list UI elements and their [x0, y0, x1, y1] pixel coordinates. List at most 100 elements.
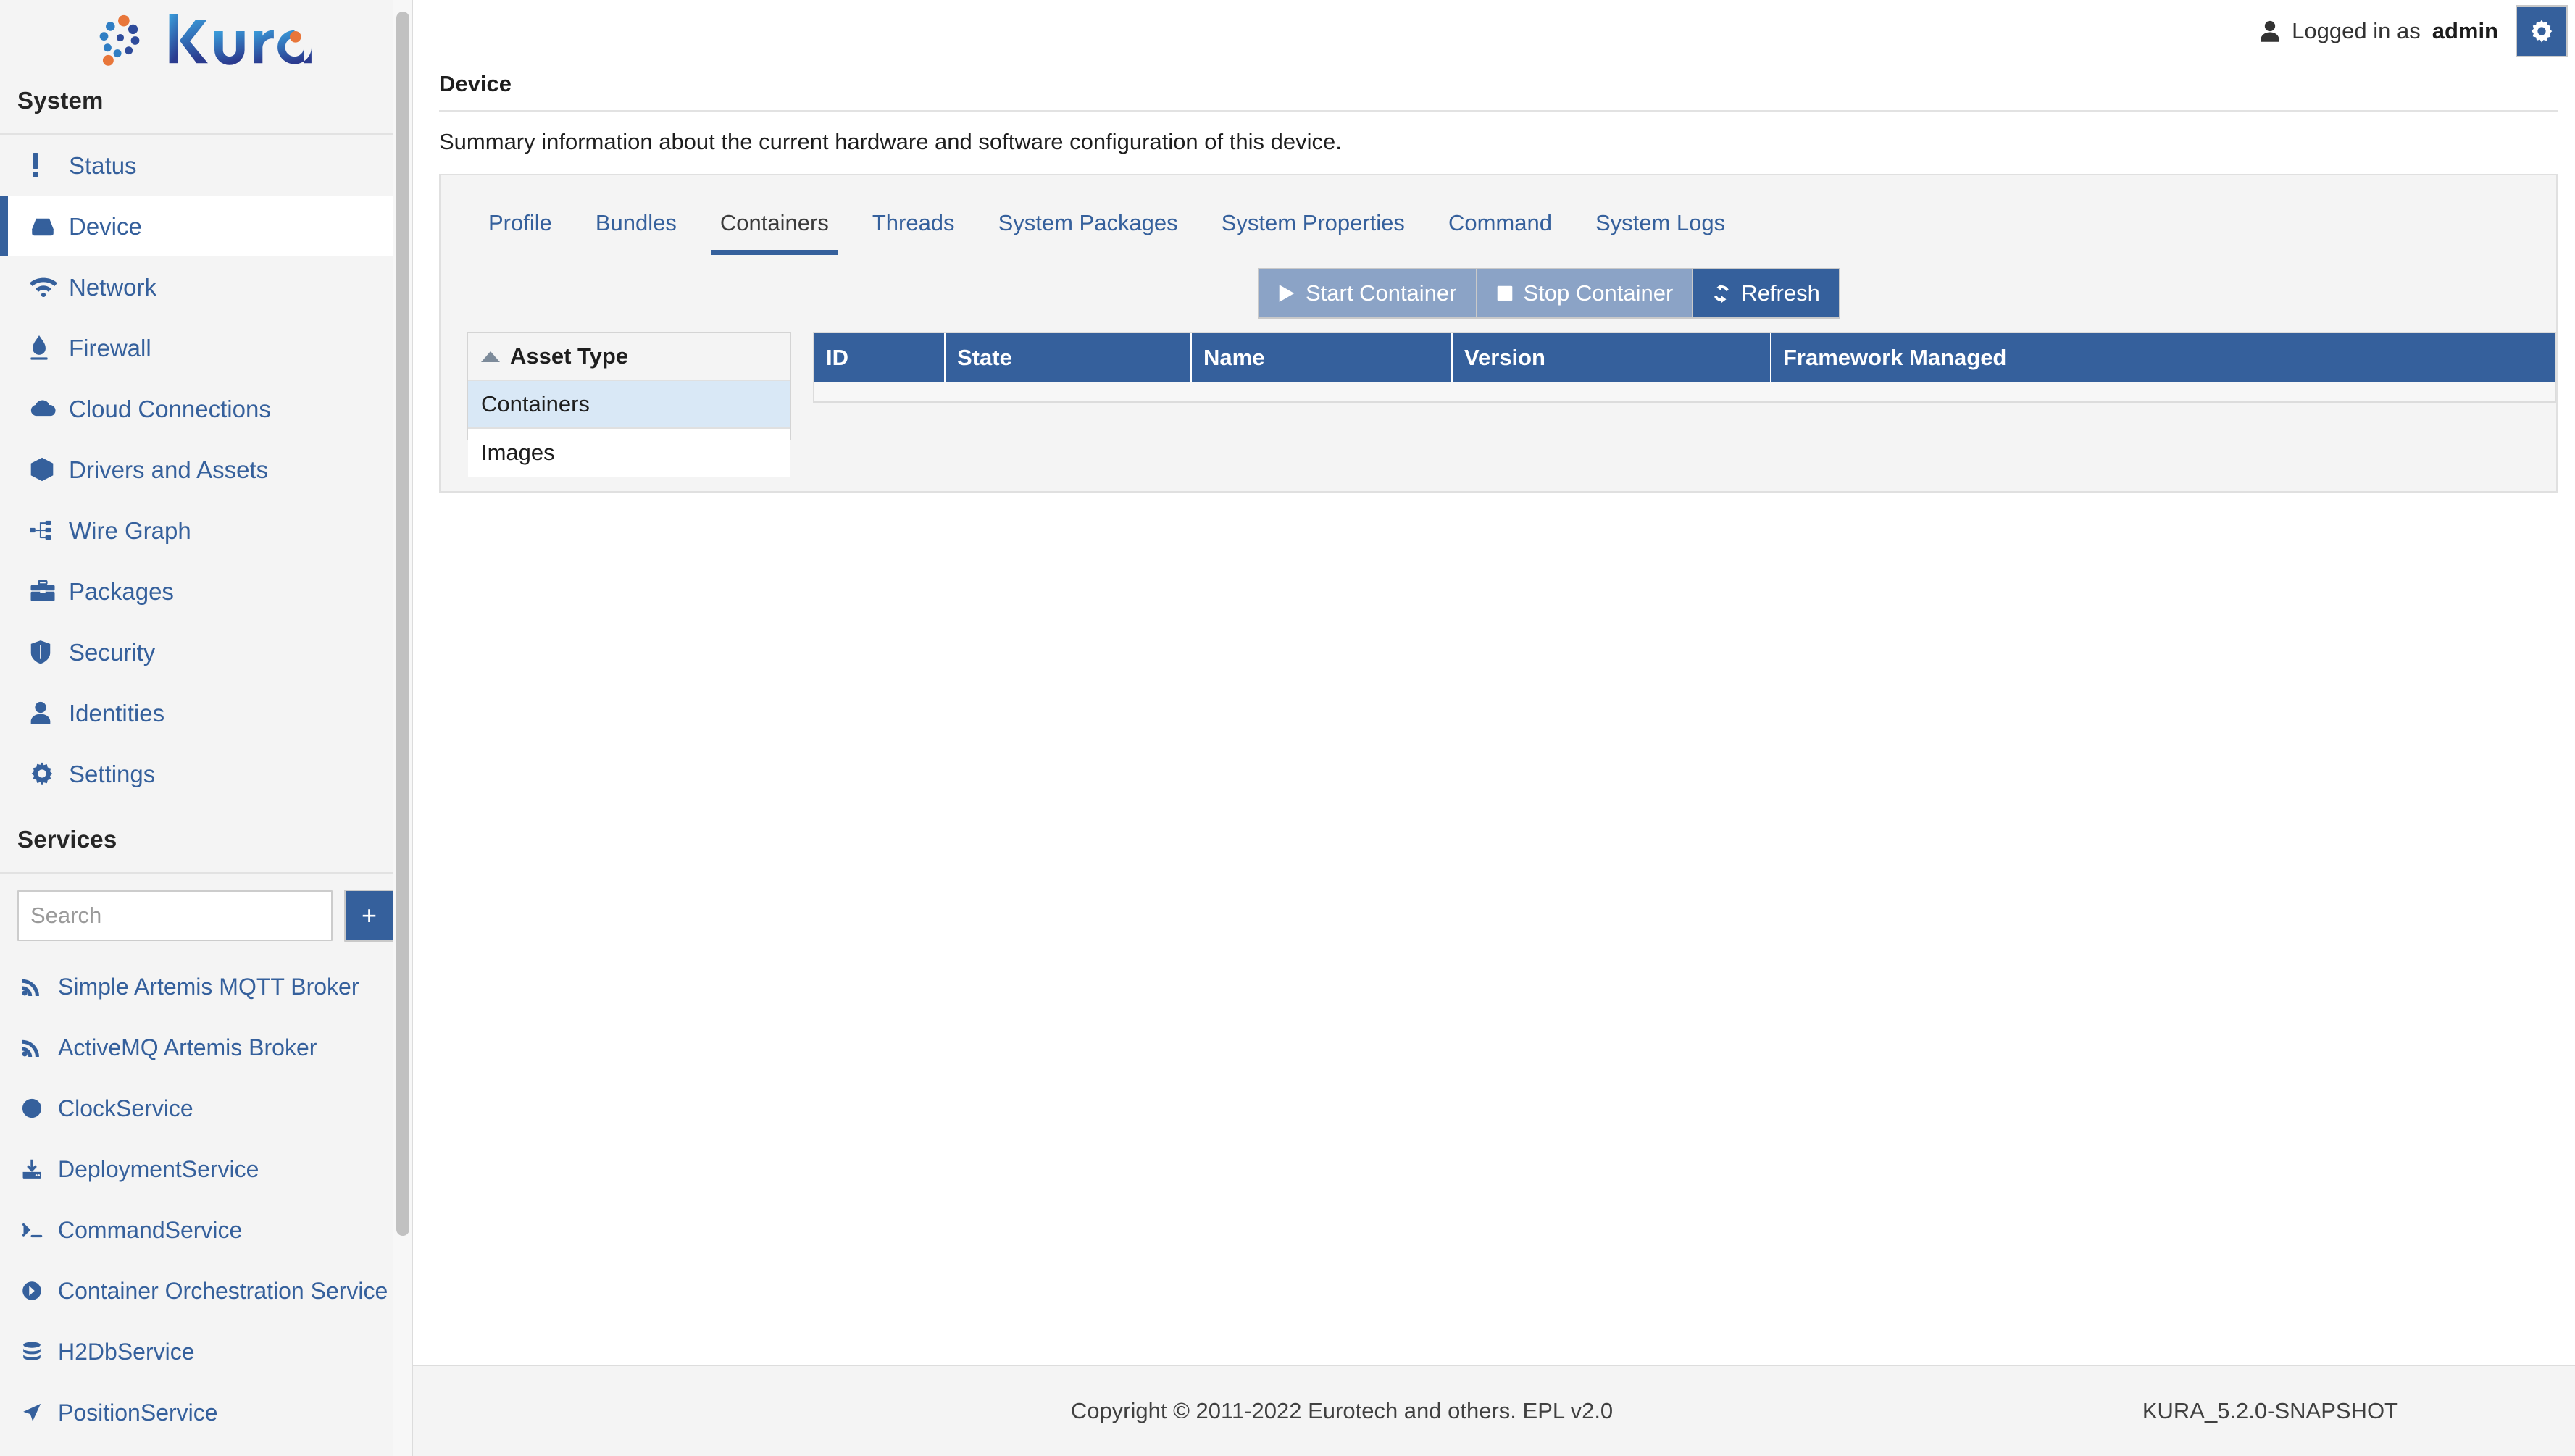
service-item-h2dbservice[interactable]: H2DbService — [0, 1321, 412, 1382]
sidebar-item-label: Wire Graph — [69, 516, 191, 544]
app-root: System Status Device Network Firewall Cl… — [0, 0, 2575, 1456]
refresh-label: Refresh — [1741, 280, 1820, 306]
containers-body: Asset Type Containers Images ID State Na… — [441, 319, 2556, 477]
sidebar-item-network[interactable]: Network — [0, 256, 412, 317]
user-icon — [2260, 20, 2280, 42]
sidebar-item-status[interactable]: Status — [0, 135, 412, 196]
footer-version: KURA_5.2.0-SNAPSHOT — [2142, 1398, 2398, 1423]
tab-threads[interactable]: Threads — [851, 210, 977, 255]
stop-square-icon — [1496, 284, 1514, 303]
service-item-container-orchestration-service[interactable]: Container Orchestration Service — [0, 1260, 412, 1321]
service-item-clockservice[interactable]: ClockService — [0, 1078, 412, 1139]
tab-system-packages[interactable]: System Packages — [977, 210, 1200, 255]
service-item-label: ClockService — [58, 1095, 193, 1121]
containers-toolbar: Start Container Stop Container Refresh — [441, 255, 2556, 319]
exclamation-icon — [30, 153, 62, 177]
server-icon — [30, 215, 62, 237]
sidebar-item-device[interactable]: Device — [0, 196, 412, 256]
tab-command[interactable]: Command — [1427, 210, 1574, 255]
sidebar-item-drivers-and-assets[interactable]: Drivers and Assets — [0, 439, 412, 500]
table-body — [814, 382, 2555, 401]
download-icon — [22, 1159, 51, 1179]
sidebar-item-packages[interactable]: Packages — [0, 561, 412, 622]
settings-button[interactable] — [2516, 5, 2568, 57]
sidebar-scrollbar[interactable] — [393, 0, 412, 1456]
rss-icon — [22, 1038, 51, 1057]
service-item-label: CommandService — [58, 1216, 243, 1243]
service-item-deploymentservice[interactable]: DeploymentService — [0, 1139, 412, 1200]
service-item-commandservice[interactable]: CommandService — [0, 1200, 412, 1260]
service-item-simple-artemis-mqtt-broker[interactable]: Simple Artemis MQTT Broker — [0, 956, 412, 1017]
topbar: Logged in as admin — [413, 0, 2575, 62]
search-input[interactable] — [17, 890, 333, 941]
terminal-icon — [22, 1221, 51, 1239]
sidebar-item-security[interactable]: Security — [0, 622, 412, 682]
sidebar-section-services: Services — [0, 804, 412, 874]
sort-ascending-caret-icon — [481, 351, 500, 362]
tab-bundles[interactable]: Bundles — [574, 210, 698, 255]
database-icon — [22, 1342, 51, 1362]
tab-system-logs[interactable]: System Logs — [1574, 210, 1747, 255]
sidebar-item-label: Cloud Connections — [69, 395, 271, 422]
refresh-icon — [1712, 284, 1731, 303]
service-item-label: DeploymentService — [58, 1155, 259, 1182]
clock-icon — [22, 1098, 51, 1118]
sidebar-item-wire-graph[interactable]: Wire Graph — [0, 500, 412, 561]
start-container-button[interactable]: Start Container — [1258, 268, 1477, 319]
system-nav-list: Status Device Network Firewall Cloud Con… — [0, 135, 412, 804]
asset-type-row-containers[interactable]: Containers — [468, 381, 790, 429]
gear-icon — [30, 761, 62, 786]
service-item-activemq-artemis-broker[interactable]: ActiveMQ Artemis Broker — [0, 1017, 412, 1078]
location-arrow-icon — [22, 1402, 51, 1423]
device-tabs: Profile Bundles Containers Threads Syste… — [441, 175, 2556, 255]
column-header-name[interactable]: Name — [1191, 333, 1453, 382]
sidebar-item-cloud-connections[interactable]: Cloud Connections — [0, 378, 412, 439]
sidebar: System Status Device Network Firewall Cl… — [0, 0, 413, 1456]
refresh-button[interactable]: Refresh — [1693, 268, 1840, 319]
service-item-label: H2DbService — [58, 1338, 195, 1365]
sidebar-item-label: Packages — [69, 577, 174, 605]
column-header-state[interactable]: State — [945, 333, 1192, 382]
cloud-icon — [30, 399, 62, 418]
asset-type-panel: Asset Type Containers Images — [467, 332, 791, 477]
kura-logo-wordmark — [169, 14, 312, 65]
sidebar-item-label: Settings — [69, 760, 156, 787]
service-item-positionservice[interactable]: PositionService — [0, 1382, 412, 1443]
start-container-label: Start Container — [1306, 280, 1457, 306]
service-item-label: ActiveMQ Artemis Broker — [58, 1034, 317, 1060]
column-header-version[interactable]: Version — [1452, 333, 1771, 382]
asset-type-row-images[interactable]: Images — [468, 429, 790, 477]
footer: Copyright © 2011-2022 Eurotech and other… — [413, 1365, 2575, 1456]
sidebar-item-identities[interactable]: Identities — [0, 682, 412, 743]
fire-icon — [30, 335, 62, 360]
sidebar-item-label: Device — [69, 212, 142, 240]
user-icon — [30, 701, 62, 724]
tab-containers[interactable]: Containers — [698, 210, 851, 255]
shield-icon — [30, 640, 62, 664]
page-title: Device — [439, 71, 512, 96]
logged-in-label: Logged in as — [2292, 18, 2421, 43]
tab-profile[interactable]: Profile — [467, 210, 574, 255]
sidebar-scrollbar-thumb[interactable] — [396, 12, 409, 1236]
sidebar-item-firewall[interactable]: Firewall — [0, 317, 412, 378]
user-name: admin — [2432, 18, 2498, 43]
sidebar-item-label: Identities — [69, 699, 165, 727]
brand-logo[interactable] — [0, 0, 412, 81]
cube-icon — [30, 457, 62, 482]
sidebar-item-label: Firewall — [69, 334, 151, 361]
column-header-framework-managed[interactable]: Framework Managed — [1771, 333, 2555, 382]
sidebar-item-settings[interactable]: Settings — [0, 743, 412, 804]
tab-system-properties[interactable]: System Properties — [1200, 210, 1427, 255]
gear-icon — [2529, 19, 2554, 43]
add-service-button[interactable]: + — [344, 890, 394, 942]
services-list: Simple Artemis MQTT Broker ActiveMQ Arte… — [0, 956, 412, 1456]
service-item-restservice[interactable]: RestService — [0, 1443, 412, 1456]
table-empty-cell — [814, 382, 2555, 401]
stop-container-button[interactable]: Stop Container — [1476, 268, 1693, 319]
column-header-id[interactable]: ID — [814, 333, 946, 382]
stop-container-label: Stop Container — [1523, 280, 1674, 306]
sidebar-item-label: Network — [69, 273, 157, 301]
main-area: Logged in as admin Device Summary inform… — [413, 0, 2575, 1456]
asset-type-row-label: Images — [481, 440, 555, 465]
asset-type-header[interactable]: Asset Type — [468, 333, 790, 381]
